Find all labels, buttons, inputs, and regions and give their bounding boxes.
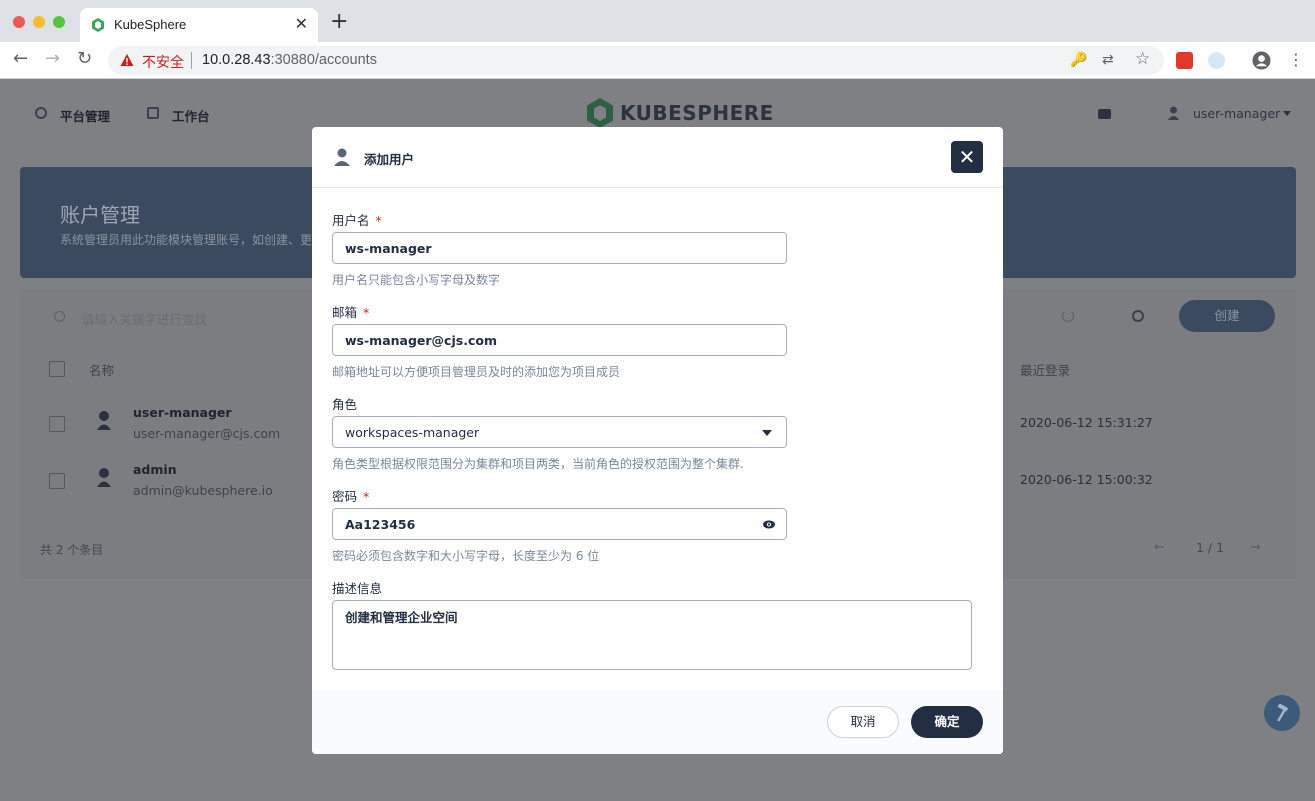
role-select[interactable]: workspaces-manager — [332, 416, 787, 448]
address-bar[interactable]: 不安全 10.0.28.43:30880/accounts 🔑 ⇄ ☆ — [108, 46, 1164, 75]
refresh-icon[interactable] — [1062, 310, 1074, 322]
row-last-login: 2020-06-12 15:31:27 — [1020, 415, 1153, 430]
page-indicator: 1 / 1 — [1196, 540, 1225, 555]
email-label: 邮箱 * — [332, 302, 369, 321]
row-user-email: admin@kubesphere.io — [133, 483, 273, 498]
warning-icon — [120, 54, 134, 66]
url-host: 10.0.28.43 — [202, 52, 271, 68]
password-hint: 密码必须包含数字和大小写字母，长度至少为 6 位 — [332, 549, 600, 563]
total-count: 共 2 个条目 — [40, 543, 104, 557]
insecure-label[interactable]: 不安全 — [142, 52, 184, 72]
username-label: 用户名 * — [332, 210, 382, 229]
row-checkbox[interactable] — [49, 473, 65, 489]
back-button[interactable]: ← — [13, 49, 28, 69]
cancel-button[interactable]: 取消 — [827, 706, 899, 738]
forward-button[interactable]: → — [45, 49, 60, 69]
password-label-text: 密码 — [332, 489, 358, 504]
nav-platform-management[interactable]: 平台管理 — [60, 106, 110, 125]
notification-icon[interactable] — [1098, 109, 1111, 119]
column-name[interactable]: 名称 — [89, 360, 114, 379]
row-user-name[interactable]: admin — [133, 462, 177, 477]
workbench-icon — [147, 107, 159, 119]
email-hint: 邮箱地址可以方便项目管理员及时的添加您为项目成员 — [332, 365, 621, 379]
eye-icon[interactable] — [763, 520, 775, 529]
browser-toolbar: ← → ↻ 不安全 10.0.28.43:30880/accounts 🔑 ⇄ … — [0, 42, 1315, 79]
password-input[interactable]: Aa123456 — [332, 508, 787, 540]
role-value: workspaces-manager — [345, 425, 480, 440]
description-value: 创建和管理企业空间 — [345, 610, 458, 625]
email-value: ws-manager@cjs.com — [345, 333, 497, 348]
extension-fe-icon[interactable] — [1176, 52, 1193, 69]
help-tool-button[interactable] — [1264, 695, 1300, 731]
maximize-window-button[interactable] — [53, 16, 65, 28]
user-avatar-icon — [97, 468, 111, 487]
column-last-login[interactable]: 最近登录 — [1020, 360, 1070, 379]
url-path: :30880/accounts — [270, 52, 377, 68]
dialog-footer: 取消 确定 — [312, 690, 1003, 754]
next-page-icon[interactable]: → — [1250, 540, 1261, 555]
username-value: ws-manager — [345, 241, 432, 256]
browser-tabbar: KubeSphere ✕ + — [0, 0, 1315, 42]
row-user-name[interactable]: user-manager — [133, 405, 232, 420]
key-icon[interactable]: 🔑 — [1070, 52, 1087, 68]
user-icon — [334, 148, 350, 166]
user-avatar-icon — [97, 411, 111, 430]
star-icon[interactable]: ☆ — [1135, 49, 1150, 69]
username-hint: 用户名只能包含小写字母及数字 — [332, 273, 501, 287]
required-mark: * — [375, 213, 382, 228]
settings-gear-icon[interactable] — [1132, 310, 1144, 322]
required-mark: * — [363, 489, 370, 504]
kubesphere-favicon-icon — [92, 18, 104, 32]
reload-button[interactable]: ↻ — [77, 49, 92, 69]
page-title: 账户管理 — [60, 203, 140, 227]
description-label: 描述信息 — [332, 581, 383, 596]
row-checkbox[interactable] — [49, 416, 65, 432]
password-value: Aa123456 — [345, 517, 416, 532]
browser-menu-icon[interactable]: ⋮ — [1288, 50, 1304, 70]
row-last-login: 2020-06-12 15:00:32 — [1020, 472, 1153, 487]
confirm-button[interactable]: 确定 — [911, 706, 983, 738]
dialog-title: 添加用户 — [364, 152, 415, 167]
add-user-dialog: 添加用户 ✕ 用户名 * ws-manager 用户名只能包含小写字母及数字 邮箱… — [312, 127, 1003, 754]
dialog-header: 添加用户 ✕ — [312, 127, 1003, 188]
chevron-down-icon[interactable] — [762, 430, 772, 436]
description-textarea[interactable]: 创建和管理企业空间 — [332, 600, 972, 670]
select-all-checkbox[interactable] — [49, 361, 65, 377]
tab-close-icon[interactable]: ✕ — [295, 14, 308, 33]
divider — [191, 52, 192, 69]
chevron-down-icon[interactable] — [1283, 111, 1291, 116]
user-icon — [1168, 106, 1179, 120]
platform-gear-icon — [35, 107, 47, 119]
username-input[interactable]: ws-manager — [332, 232, 787, 264]
required-mark: * — [363, 305, 370, 320]
nav-workbench[interactable]: 工作台 — [172, 106, 210, 125]
close-window-button[interactable] — [13, 16, 25, 28]
extension-helper-icon[interactable] — [1208, 52, 1225, 69]
kubesphere-logo-icon — [587, 98, 613, 128]
create-button[interactable]: 创建 — [1179, 300, 1275, 332]
password-label: 密码 * — [332, 486, 369, 505]
logo-text: KUBESPHERE — [620, 101, 774, 125]
prev-page-icon[interactable]: ← — [1154, 540, 1165, 555]
page-description: 系统管理员用此功能模块管理账号，如创建、更 — [60, 233, 313, 247]
browser-tab[interactable]: KubeSphere ✕ — [80, 8, 318, 42]
email-label-text: 邮箱 — [332, 305, 358, 320]
username-label-text: 用户名 — [332, 213, 370, 228]
close-button[interactable]: ✕ — [951, 141, 983, 173]
email-input[interactable]: ws-manager@cjs.com — [332, 324, 787, 356]
search-input[interactable]: 请输入关键字进行查找 — [82, 309, 207, 328]
tab-title: KubeSphere — [114, 17, 187, 32]
user-menu[interactable]: user-manager — [1193, 106, 1280, 121]
translate-icon[interactable]: ⇄ — [1102, 52, 1114, 68]
new-tab-button[interactable]: + — [330, 11, 348, 33]
hammer-icon — [1277, 704, 1289, 722]
profile-avatar-icon[interactable] — [1252, 51, 1271, 70]
row-user-email: user-manager@cjs.com — [133, 426, 281, 441]
search-icon — [54, 311, 65, 322]
role-label: 角色 — [332, 397, 358, 412]
url-text[interactable]: 10.0.28.43:30880/accounts — [202, 52, 377, 68]
role-hint: 角色类型根据权限范围分为集群和项目两类，当前角色的授权范围为整个集群. — [332, 457, 744, 471]
minimize-window-button[interactable] — [33, 16, 45, 28]
